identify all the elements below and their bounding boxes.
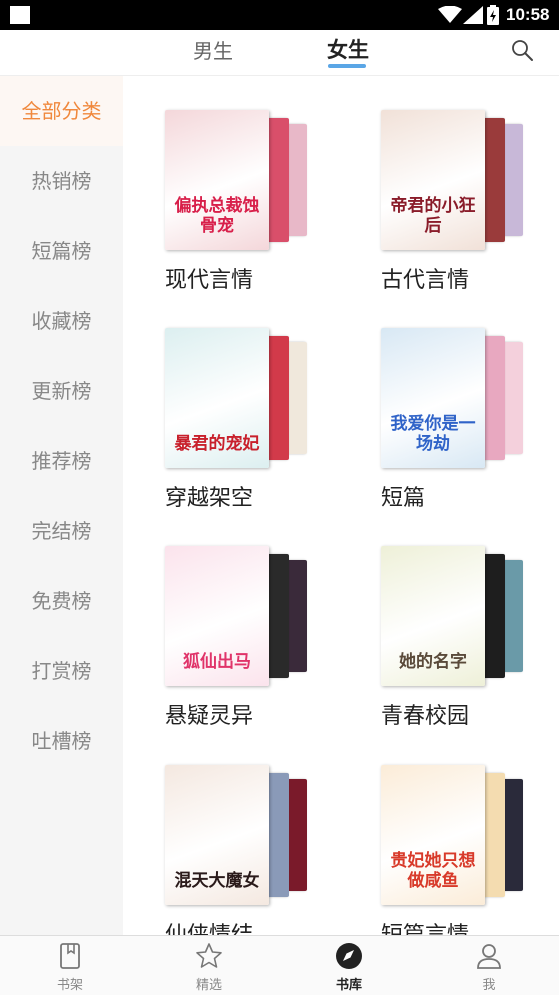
cover-title: 贵妃她只想做咸鱼 bbox=[390, 851, 476, 891]
book-cover: 帝君的小狂后 bbox=[381, 110, 485, 250]
category-label: 穿越架空 bbox=[165, 486, 254, 511]
sidebar-item-tips[interactable]: 打赏榜 bbox=[0, 636, 123, 706]
tab-female[interactable]: 女生 bbox=[327, 34, 369, 64]
bookshelf-icon bbox=[60, 943, 80, 969]
wifi-icon bbox=[438, 6, 462, 23]
star-icon bbox=[196, 943, 222, 968]
category-grid: 偏执总裁蚀骨宠 现代言情 帝君的小狂后 古代言情 暴君的宠妃 穿越架空 我爱你是… bbox=[123, 76, 559, 935]
sidebar-item-short-stories[interactable]: 短篇榜 bbox=[0, 216, 123, 286]
book-cover: 混天大魔女 bbox=[165, 765, 269, 905]
bottom-nav: 书架 精选 书库 我 bbox=[0, 935, 559, 995]
nav-label: 书库 bbox=[335, 978, 362, 993]
nav-label: 精选 bbox=[195, 978, 222, 993]
book-cover: 暴君的宠妃 bbox=[165, 328, 269, 468]
category-label: 现代言情 bbox=[165, 268, 254, 293]
book-cover-stack: 混天大魔女 bbox=[165, 765, 325, 905]
nav-profile[interactable]: 我 bbox=[449, 936, 529, 995]
cover-title: 我爱你是一场劫 bbox=[390, 414, 476, 454]
book-cover: 她的名字 bbox=[381, 546, 485, 686]
sidebar-item-completed[interactable]: 完结榜 bbox=[0, 496, 123, 566]
active-tab-indicator bbox=[328, 64, 366, 68]
search-icon[interactable] bbox=[510, 38, 534, 62]
book-cover-stack: 我爱你是一场劫 bbox=[381, 328, 541, 468]
tab-male[interactable]: 男生 bbox=[193, 35, 233, 64]
nav-label: 我 bbox=[482, 978, 496, 993]
book-cover-stack: 暴君的宠妃 bbox=[165, 328, 325, 468]
nav-bookshelf[interactable]: 书架 bbox=[30, 936, 110, 995]
book-cover-stack: 贵妃她只想做咸鱼 bbox=[381, 765, 541, 905]
book-cover: 贵妃她只想做咸鱼 bbox=[381, 765, 485, 905]
signal-icon bbox=[463, 6, 483, 24]
category-label: 青春校园 bbox=[381, 704, 470, 729]
top-tab-bar: 男生 女生 bbox=[0, 30, 559, 76]
sidebar-item-favorites[interactable]: 收藏榜 bbox=[0, 286, 123, 356]
book-cover: 我爱你是一场劫 bbox=[381, 328, 485, 468]
cover-title: 狐仙出马 bbox=[183, 652, 251, 672]
book-cover-stack: 她的名字 bbox=[381, 546, 541, 686]
compass-icon bbox=[336, 943, 362, 969]
category-label: 短篇 bbox=[381, 486, 426, 511]
category-label: 悬疑灵异 bbox=[165, 704, 254, 729]
ranking-sidebar: 全部分类 热销榜 短篇榜 收藏榜 更新榜 推荐榜 完结榜 免费榜 打赏榜 吐槽榜 bbox=[0, 76, 123, 935]
nav-featured[interactable]: 精选 bbox=[169, 936, 249, 995]
cover-title: 混天大魔女 bbox=[174, 871, 260, 891]
notification-icon bbox=[10, 6, 30, 24]
cover-title: 偏执总裁蚀骨宠 bbox=[174, 196, 260, 236]
book-cover-stack: 偏执总裁蚀骨宠 bbox=[165, 110, 325, 250]
sidebar-item-comments[interactable]: 吐槽榜 bbox=[0, 706, 123, 776]
clock: 10:58 bbox=[506, 5, 550, 24]
status-bar: 10:58 bbox=[0, 0, 559, 30]
user-icon bbox=[477, 944, 501, 969]
nav-label: 书架 bbox=[56, 978, 83, 993]
book-cover: 狐仙出马 bbox=[165, 546, 269, 686]
category-label: 古代言情 bbox=[381, 268, 470, 293]
nav-library[interactable]: 书库 bbox=[309, 936, 389, 995]
sidebar-item-all-categories[interactable]: 全部分类 bbox=[0, 76, 123, 146]
sidebar-item-hot-sales[interactable]: 热销榜 bbox=[0, 146, 123, 216]
sidebar-item-recommended[interactable]: 推荐榜 bbox=[0, 426, 123, 496]
book-cover: 偏执总裁蚀骨宠 bbox=[165, 110, 269, 250]
category-label: 仙侠情结 bbox=[165, 917, 253, 935]
book-cover-stack: 帝君的小狂后 bbox=[381, 110, 541, 250]
sidebar-item-updates[interactable]: 更新榜 bbox=[0, 356, 123, 426]
battery-icon bbox=[487, 5, 499, 25]
cover-title: 暴君的宠妃 bbox=[174, 434, 260, 454]
cover-title: 帝君的小狂后 bbox=[390, 196, 476, 236]
category-label: 短篇言情 bbox=[381, 917, 469, 935]
book-cover-stack: 狐仙出马 bbox=[165, 546, 325, 686]
sidebar-item-free[interactable]: 免费榜 bbox=[0, 566, 123, 636]
cover-title: 她的名字 bbox=[399, 652, 467, 672]
